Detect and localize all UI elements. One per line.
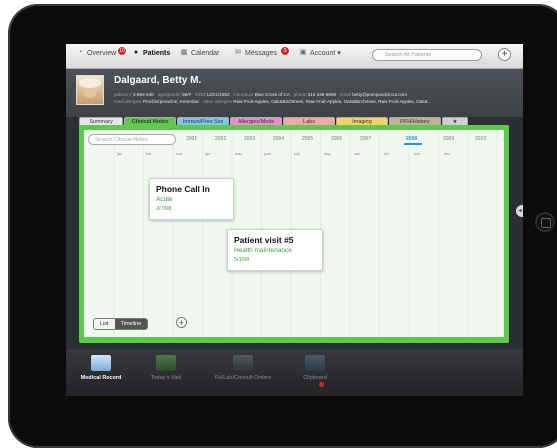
- dob-label: DOB: [195, 92, 206, 97]
- add-note-button[interactable]: +: [176, 317, 187, 328]
- year-2004[interactable]: 2004: [273, 136, 284, 142]
- month-sep: sep: [354, 152, 361, 156]
- overview-icon: ◔: [77, 49, 83, 56]
- month-oct: oct: [384, 152, 390, 156]
- mail-icon: ✉: [235, 49, 241, 56]
- phone-label: phone: [293, 92, 307, 97]
- nav-calendar-label: Calendar: [191, 49, 220, 57]
- note-type: Acute: [156, 196, 173, 203]
- month-june: june: [264, 152, 272, 156]
- note-date: 5/1/08: [234, 257, 250, 263]
- month-dec: dec: [444, 152, 451, 156]
- year-2008[interactable]: 2008: [403, 136, 423, 145]
- app-screen: ◔ Overview 10 ● Patients ▦ Calendar ✉ Me…: [66, 44, 523, 396]
- todays-visit-icon: [156, 355, 176, 371]
- note-card-phone-call[interactable]: Phone Call In Acute 2/7/08: [149, 178, 234, 220]
- other-allergies-value: Raw Fruit-Apples, Oak&Birchtrees, Raw Fr…: [233, 99, 432, 104]
- month-mar: mar: [176, 152, 183, 156]
- patient-id-value: 3-892-540: [132, 92, 154, 97]
- other-allergies-label: other allergies: [203, 99, 232, 104]
- nav-overview[interactable]: ◔ Overview: [76, 49, 116, 57]
- patient-info-line-1: patient # 3-892-540 age/gender 58/F DOB …: [114, 92, 407, 97]
- email-value: betty@pompandcircut.com: [352, 92, 407, 97]
- med-allergies-value: Prochlorperazine, Ketorolac: [142, 99, 200, 104]
- patient-id-label: patient #: [114, 92, 132, 97]
- search-clinical-notes-input[interactable]: Search Clinical Notes: [88, 134, 176, 145]
- bottom-medical-record-label: Medical Record: [80, 375, 122, 381]
- patient-avatar: [76, 75, 104, 105]
- patient-header: Dalgaard, Betty M. patient # 3-892-540 a…: [66, 69, 523, 117]
- year-2005[interactable]: 2005: [302, 136, 313, 142]
- nav-calendar[interactable]: ▦ Calendar: [180, 49, 220, 57]
- nav-account-label: Account ▾: [310, 50, 341, 57]
- note-title: Patient visit #5: [234, 235, 294, 245]
- note-card-patient-visit[interactable]: Patient visit #5 Health maintenance 5/1/…: [227, 229, 323, 271]
- timeline-area: Search Clinical Notes 2001 2002 2003 200…: [84, 130, 504, 337]
- nav-patients-label: Patients: [143, 49, 171, 57]
- search-all-patients-input[interactable]: Search All Patients: [372, 49, 482, 61]
- year-2007[interactable]: 2007: [360, 136, 371, 142]
- month-jan: jan: [117, 152, 123, 156]
- nav-messages-label: Messages: [245, 49, 277, 57]
- clipboard-icon: [305, 355, 325, 371]
- med-allergies-label: med allergies: [114, 99, 142, 104]
- bottom-todays-visit-label: Today's Visit: [150, 375, 182, 381]
- view-toggle: List Timeline: [93, 318, 149, 330]
- year-2001[interactable]: 2001: [186, 136, 197, 142]
- bottom-todays-visit[interactable]: Today's Visit: [131, 355, 201, 381]
- month-nov: nov: [414, 152, 421, 156]
- year-2006[interactable]: 2006: [331, 136, 342, 142]
- bottom-clipboard-label: Clipboard: [303, 375, 327, 381]
- year-2002[interactable]: 2002: [215, 136, 226, 142]
- home-button[interactable]: [535, 212, 555, 232]
- month-may: may: [235, 152, 243, 156]
- email-label: email: [339, 92, 351, 97]
- top-navigation-bar: ◔ Overview 10 ● Patients ▦ Calendar ✉ Me…: [66, 44, 523, 69]
- bottom-medical-record[interactable]: Medical Record: [66, 355, 136, 381]
- clinical-notes-panel: Search Clinical Notes 2001 2002 2003 200…: [79, 125, 509, 343]
- nav-account[interactable]: ▣ Account ▾: [299, 49, 341, 57]
- age-gender-label: age/gender: [157, 92, 181, 97]
- orders-icon: [233, 355, 253, 371]
- messages-badge: 3: [280, 46, 290, 56]
- note-date: 2/7/08: [156, 206, 172, 212]
- month-aug: aug: [324, 152, 331, 156]
- person-icon: ●: [133, 49, 139, 56]
- medical-record-icon: [91, 355, 111, 371]
- phone-value: 314 435-5698: [307, 92, 337, 97]
- patient-name: Dalgaard, Betty M.: [114, 75, 202, 86]
- age-gender-value: 58/F: [182, 92, 192, 97]
- bottom-orders[interactable]: Rx/Lab/Consult Orders: [203, 355, 283, 381]
- nav-messages[interactable]: ✉ Messages: [234, 49, 277, 57]
- bottom-clipboard[interactable]: Clipboard: [280, 355, 350, 381]
- add-patient-button[interactable]: +: [498, 48, 511, 61]
- list-view-button[interactable]: List: [94, 319, 115, 329]
- clipboard-notification-dot: [319, 382, 324, 387]
- side-panel-arrow-icon[interactable]: ◂: [516, 205, 523, 217]
- nav-patients[interactable]: ● Patients: [132, 49, 170, 57]
- patient-info-line-2: med allergies Prochlorperazine, Ketorola…: [114, 99, 431, 104]
- bottom-orders-label: Rx/Lab/Consult Orders: [215, 375, 271, 381]
- nav-overview-label: Overview: [87, 49, 117, 57]
- year-2010[interactable]: 2010: [475, 136, 486, 142]
- month-apr: apr: [205, 152, 211, 156]
- lock-icon: ▣: [299, 49, 307, 56]
- calendar-icon: ▦: [180, 49, 188, 56]
- timeline-view-button[interactable]: Timeline: [114, 319, 148, 329]
- month-feb: feb: [146, 152, 152, 156]
- note-type: Health maintenance: [234, 247, 292, 254]
- note-title: Phone Call In: [156, 184, 210, 194]
- insurance-label: insurance: [233, 92, 254, 97]
- bottom-toolbar: Medical Record Today's Visit Rx/Lab/Cons…: [66, 349, 523, 396]
- year-2003[interactable]: 2003: [244, 136, 255, 142]
- year-2009[interactable]: 2009: [443, 136, 454, 142]
- dob-value: 12/21/1952: [206, 92, 230, 97]
- month-july: july: [294, 152, 300, 156]
- overview-badge: 10: [117, 46, 127, 56]
- insurance-value: Blue Cross of CA: [254, 92, 290, 97]
